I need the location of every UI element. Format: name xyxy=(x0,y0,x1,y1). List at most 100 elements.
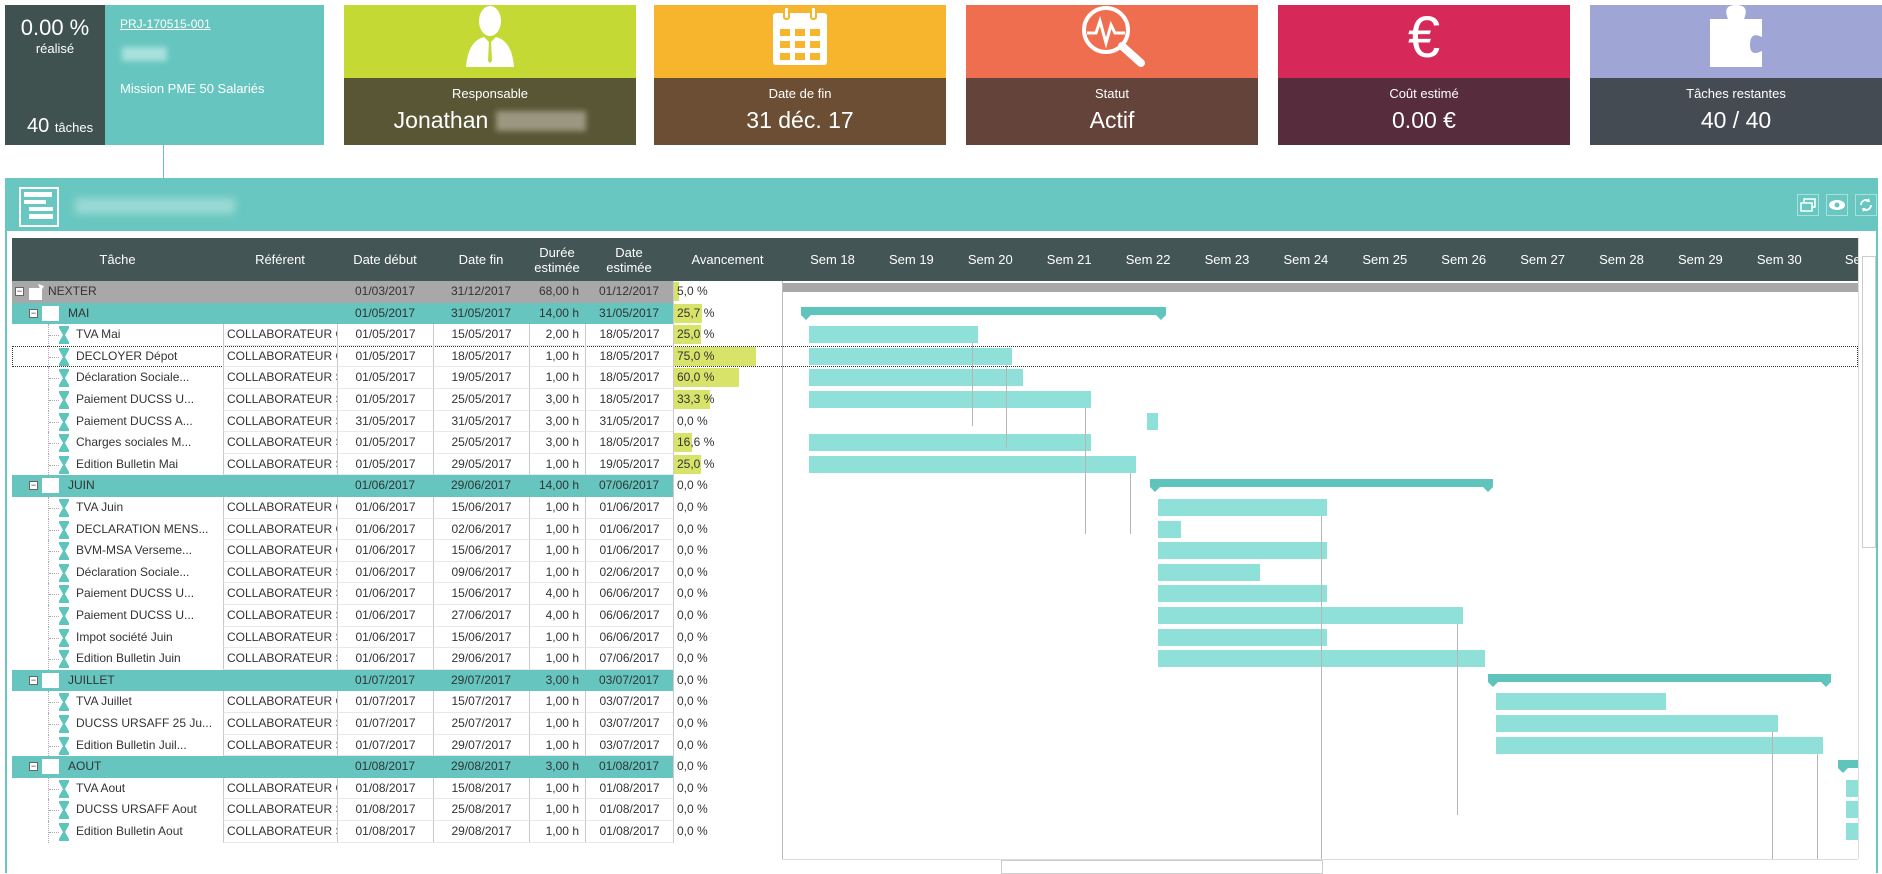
column-header-2[interactable]: Date début xyxy=(337,238,433,281)
collapse-toggle[interactable]: − xyxy=(15,287,24,296)
task-duration: 4,00 h xyxy=(529,605,585,627)
table-row[interactable]: DECLOYER Dépot COLLABORATEUR C 01/05/2017… xyxy=(12,345,1858,368)
card-date-de-fin[interactable]: Date de fin 31 déc. 17 xyxy=(654,5,946,145)
task-referent xyxy=(223,670,337,692)
table-row[interactable]: − JUILLET 01/07/2017 29/07/2017 3,00 h 0… xyxy=(12,669,1858,692)
table-row[interactable]: TVA Aout COLLABORATEUR C 01/08/2017 15/08… xyxy=(12,777,1858,800)
gantt-icon xyxy=(19,187,59,227)
table-row[interactable]: Paiement DUCSS U... COLLABORATEUR S 01/05… xyxy=(12,389,1858,411)
table-row[interactable]: Edition Bulletin Juil... COLLABORATEUR S … xyxy=(12,734,1858,757)
task-start-date: 01/06/2017 xyxy=(337,605,433,627)
table-row[interactable]: Impot société Juin COLLABORATEUR S 01/06/… xyxy=(12,626,1858,649)
column-header-1[interactable]: Référent xyxy=(223,238,337,281)
table-row[interactable]: DUCSS URSAFF 25 Ju... COLLABORATEUR S 01/… xyxy=(12,713,1858,735)
table-row[interactable]: − NEXTER 01/03/2017 31/12/2017 68,00 h 0… xyxy=(12,281,1858,303)
card-value-wrap: Actif xyxy=(966,107,1258,134)
progress-text: 0,0 % xyxy=(677,543,708,558)
column-header-3[interactable]: Date fin xyxy=(433,238,529,281)
gantt-task-bar[interactable] xyxy=(809,455,1136,473)
gantt-task-bar[interactable] xyxy=(1158,520,1181,538)
table-row[interactable]: − JUIN 01/06/2017 29/06/2017 14,00 h 07/… xyxy=(12,475,1858,497)
table-row[interactable]: Déclaration Sociale... COLLABORATEUR S 01… xyxy=(12,561,1858,584)
svg-text:€: € xyxy=(1408,7,1440,67)
task-referent xyxy=(223,281,337,303)
task-referent: COLLABORATEUR S xyxy=(223,410,337,433)
gantt-task-bar[interactable] xyxy=(809,347,1012,365)
collapse-toggle[interactable]: − xyxy=(29,308,38,318)
hourglass-icon xyxy=(59,369,69,388)
task-estimated-date: 07/06/2017 xyxy=(585,648,673,670)
progress-cell: 0,0 % xyxy=(673,518,782,541)
column-header-6[interactable]: Avancement xyxy=(673,238,782,281)
project-code-link[interactable]: PRJ-170515-001 xyxy=(120,17,211,31)
progress-text: 0,0 % xyxy=(677,780,708,795)
gantt-task-bar[interactable] xyxy=(1496,693,1666,711)
collapse-toggle[interactable]: − xyxy=(29,675,38,685)
task-name: BVM-MSA Verseme... xyxy=(76,543,193,558)
dependency-line xyxy=(1456,624,1458,816)
collapse-toggle[interactable]: − xyxy=(29,762,38,772)
gantt-task-bar[interactable] xyxy=(1147,412,1159,430)
table-row[interactable]: Edition Bulletin Juin COLLABORATEUR S 01/… xyxy=(12,648,1858,670)
gantt-task-bar[interactable] xyxy=(809,326,979,344)
window-restore-button[interactable] xyxy=(1797,194,1819,216)
gantt-task-bar[interactable] xyxy=(1845,779,1858,797)
table-row[interactable]: DECLARATION MENS... COLLABORATEUR C 01/06… xyxy=(12,518,1858,541)
table-row[interactable]: − MAI 01/05/2017 31/05/2017 14,00 h 31/0… xyxy=(12,302,1858,325)
table-row[interactable]: Edition Bulletin Aout COLLABORATEUR S 01/… xyxy=(12,821,1858,843)
gantt-task-bar[interactable] xyxy=(1845,823,1858,840)
gantt-task-bar[interactable] xyxy=(1158,585,1328,603)
column-header-5[interactable]: Date estimée xyxy=(585,238,673,281)
task-estimated-date: 01/12/2017 xyxy=(598,284,660,298)
table-row[interactable]: Charges sociales M... COLLABORATEUR S 01/… xyxy=(12,432,1858,454)
gantt-task-bar[interactable] xyxy=(1496,715,1779,732)
column-header-4[interactable]: Durée estimée xyxy=(529,238,585,281)
table-row[interactable]: − AOUT 01/08/2017 29/08/2017 3,00 h 01/0… xyxy=(12,756,1858,778)
gantt-task-bar[interactable] xyxy=(809,434,1091,452)
task-start-date: 01/03/2017 xyxy=(354,284,416,298)
progress-text: 0,0 % xyxy=(677,824,708,838)
card-statut[interactable]: Statut Actif xyxy=(966,5,1258,145)
table-row[interactable]: TVA Juin COLLABORATEUR C 01/06/2017 15/06… xyxy=(12,497,1858,519)
progress-cell: 0,0 % xyxy=(673,734,782,757)
view-button[interactable] xyxy=(1826,194,1848,216)
task-estimated-date: 31/05/2017 xyxy=(598,305,660,320)
table-row[interactable]: TVA Juillet COLLABORATEUR C 01/07/2017 15… xyxy=(12,691,1858,713)
gantt-summary-bar[interactable] xyxy=(1150,479,1494,488)
dependency-line xyxy=(1321,559,1323,859)
gantt-task-bar[interactable] xyxy=(809,369,1024,387)
table-row[interactable]: Paiement DUCSS A... COLLABORATEUR S 31/05… xyxy=(12,410,1858,433)
card-responsable[interactable]: Responsable Jonathan xyxy=(344,5,636,145)
vertical-scrollbar[interactable] xyxy=(1858,238,1878,859)
hourglass-icon xyxy=(59,823,69,841)
column-header-0[interactable]: Tâche xyxy=(12,238,223,281)
table-row[interactable]: TVA Mai COLLABORATEUR C 01/05/2017 15/05/… xyxy=(12,324,1858,346)
task-start-date: 01/06/2017 xyxy=(337,518,433,541)
gantt-summary-bar[interactable] xyxy=(1837,760,1858,769)
hourglass-icon xyxy=(59,499,69,517)
table-row[interactable]: Paiement DUCSS U... COLLABORATEUR S 01/06… xyxy=(12,605,1858,627)
gantt-task-bar[interactable] xyxy=(1845,801,1858,819)
task-referent: COLLABORATEUR S xyxy=(223,432,337,454)
gantt-task-bar[interactable] xyxy=(1158,563,1260,581)
gantt-task-bar[interactable] xyxy=(1496,736,1824,754)
horizontal-scrollbar[interactable] xyxy=(782,859,1858,874)
horizontal-scroll-thumb[interactable] xyxy=(1001,860,1323,874)
collapse-toggle[interactable]: − xyxy=(29,481,38,491)
table-row[interactable]: BVM-MSA Verseme... COLLABORATEUR C 01/06/… xyxy=(12,540,1858,562)
gantt-task-bar[interactable] xyxy=(1158,628,1328,646)
gantt-summary-bar[interactable] xyxy=(1488,673,1832,682)
gantt-task-bar[interactable] xyxy=(1158,499,1328,516)
table-row[interactable]: Déclaration Sociale... COLLABORATEUR S 01… xyxy=(12,367,1858,389)
gantt-task-bar[interactable] xyxy=(809,391,1091,408)
table-row[interactable]: Paiement DUCSS U... COLLABORATEUR S 01/06… xyxy=(12,583,1858,605)
card-t-ches-restantes[interactable]: Tâches restantes 40 / 40 xyxy=(1590,5,1882,145)
gantt-summary-bar[interactable] xyxy=(801,306,1167,315)
gantt-task-bar[interactable] xyxy=(1158,607,1463,624)
table-row[interactable]: Edition Bulletin Mai COLLABORATEUR S 01/0… xyxy=(12,453,1858,476)
vertical-scroll-thumb[interactable] xyxy=(1862,256,1876,548)
table-row[interactable]: DUCSS URSAFF Aout COLLABORATEUR S 01/08/2… xyxy=(12,799,1858,821)
refresh-button[interactable] xyxy=(1855,194,1877,216)
card-co-t-estim-[interactable]: € Coût estimé 0.00 € xyxy=(1278,5,1570,145)
gantt-task-bar[interactable] xyxy=(1158,542,1328,560)
